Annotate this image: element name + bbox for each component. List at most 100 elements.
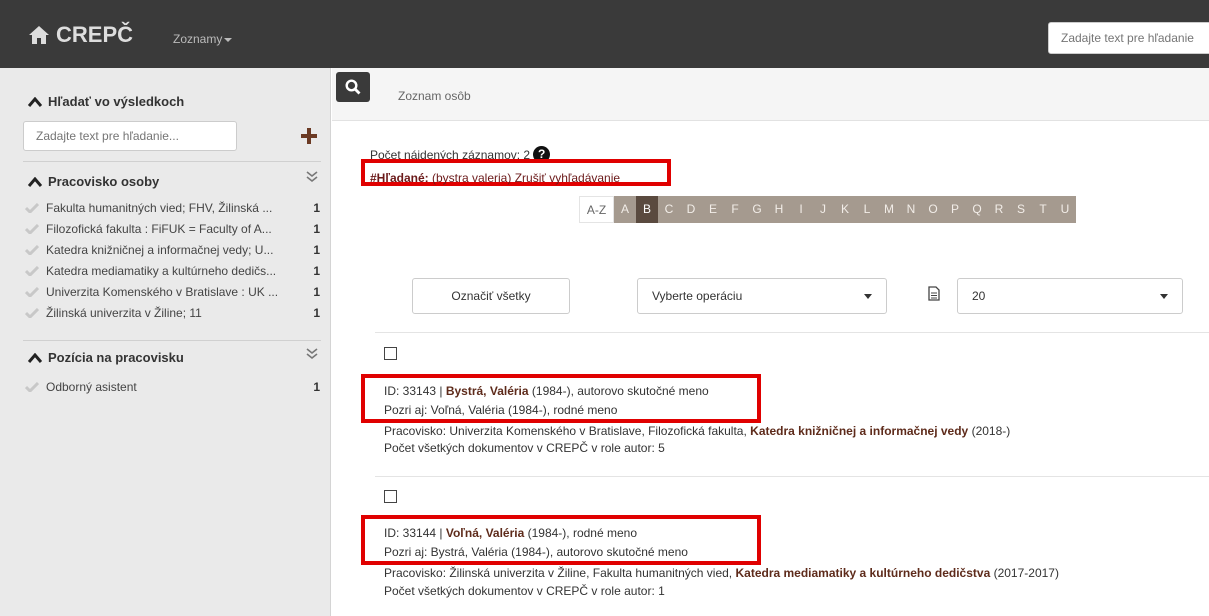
- record-name-link[interactable]: Voľná, Valéria: [446, 526, 524, 540]
- record-workplace-link[interactable]: Katedra mediamatiky a kultúrneho dedičst…: [735, 566, 990, 580]
- record-name-link[interactable]: Bystrá, Valéria: [446, 384, 529, 398]
- add-filter-icon[interactable]: [301, 128, 317, 144]
- check-icon: [25, 203, 39, 213]
- facet-item-label: Odborný asistent: [46, 380, 137, 394]
- letter-i[interactable]: I: [790, 196, 812, 223]
- letter-a[interactable]: A: [614, 196, 636, 223]
- facet-item[interactable]: Katedra knižničnej a informačnej vedy; U…: [25, 241, 320, 259]
- cancel-search-link[interactable]: Zrušiť vyhľadávanie: [515, 171, 620, 185]
- caret-down-icon: [864, 294, 872, 299]
- facet-item-label: Filozofická fakulta : FiFUK = Faculty of…: [46, 222, 272, 236]
- facet-header-workplace[interactable]: Pracovisko osoby: [28, 174, 159, 189]
- facet-item-label: Univerzita Komenského v Bratislave : UK …: [46, 285, 279, 299]
- record-checkbox[interactable]: [384, 347, 397, 360]
- facet-item-count: 1: [313, 285, 320, 299]
- operation-select[interactable]: Vyberte operáciu: [637, 278, 887, 314]
- facet-item-count: 1: [313, 222, 320, 236]
- facet-title-position: Pozícia na pracovisku: [48, 350, 184, 365]
- letter-e[interactable]: E: [702, 196, 724, 223]
- facet-header-position[interactable]: Pozícia na pracovisku: [28, 350, 184, 365]
- search-label: #Hľadané:: [370, 171, 429, 185]
- brand-name: CREPČ: [56, 22, 134, 47]
- top-search-input[interactable]: [1048, 22, 1209, 54]
- navbar: CREPČ Zoznamy: [0, 0, 1209, 68]
- letter-o[interactable]: O: [922, 196, 944, 223]
- brand-logo[interactable]: CREPČ: [28, 22, 133, 48]
- letter-b[interactable]: B: [636, 196, 658, 223]
- check-icon: [25, 224, 39, 234]
- chevron-up-icon: [28, 352, 42, 363]
- letter-d[interactable]: D: [680, 196, 702, 223]
- check-icon: [25, 382, 39, 392]
- facet-item-label: Katedra mediamatiky a kultúrneho dedičs.…: [46, 264, 277, 278]
- record-title: ID: 33144 | Voľná, Valéria (1984-), rodn…: [384, 526, 637, 540]
- lists-menu-label: Zoznamy: [173, 32, 223, 46]
- facet-item[interactable]: Filozofická fakulta : FiFUK = Faculty of…: [25, 220, 320, 238]
- record-workplace-prefix: Pracovisko: Univerzita Komenského v Brat…: [384, 424, 751, 438]
- letter-t[interactable]: T: [1032, 196, 1054, 223]
- letter-s[interactable]: S: [1010, 196, 1032, 223]
- record-doc-count: Počet všetkých dokumentov v CREPČ v role…: [384, 584, 665, 598]
- record-see-also: Pozri aj: Bystrá, Valéria (1984-), autor…: [384, 545, 688, 559]
- lists-menu[interactable]: Zoznamy: [173, 32, 233, 46]
- facet-item[interactable]: Fakulta humanitných vied; FHV, Žilinská …: [25, 199, 320, 217]
- facet-item[interactable]: Univerzita Komenského v Bratislave : UK …: [25, 283, 320, 301]
- check-icon: [25, 308, 39, 318]
- divider: [375, 332, 1209, 333]
- alphabet-filter: A-Z A B C D E F G H I J K L M N O P Q R …: [579, 196, 1076, 223]
- chevron-up-icon: [28, 176, 42, 187]
- letter-g[interactable]: G: [746, 196, 768, 223]
- search-in-results-header[interactable]: Hľadať vo výsledkoch: [28, 94, 184, 109]
- record-doc-count: Počet všetkých dokumentov v CREPČ v role…: [384, 441, 665, 455]
- record-workplace-suffix: (2017-2017): [990, 566, 1059, 580]
- check-icon: [25, 266, 39, 276]
- letter-u[interactable]: U: [1054, 196, 1076, 223]
- facet-item-label: Fakulta humanitných vied; FHV, Žilinská …: [46, 201, 273, 215]
- letter-r[interactable]: R: [988, 196, 1010, 223]
- page-size-select[interactable]: 20: [957, 278, 1183, 314]
- double-chevron-down-icon[interactable]: [306, 348, 318, 360]
- letter-j[interactable]: J: [812, 196, 834, 223]
- letter-m[interactable]: M: [878, 196, 900, 223]
- double-chevron-down-icon[interactable]: [306, 171, 318, 183]
- facet-item-count: 1: [313, 243, 320, 257]
- facet-item[interactable]: Katedra mediamatiky a kultúrneho dedičs.…: [25, 262, 320, 280]
- letter-n[interactable]: N: [900, 196, 922, 223]
- facet-item-count: 1: [313, 264, 320, 278]
- check-icon: [25, 245, 39, 255]
- record-workplace-link[interactable]: Katedra knižničnej a informačnej vedy: [750, 424, 968, 438]
- active-search: #Hľadané: (bystra valeria) Zrušiť vyhľad…: [370, 171, 620, 185]
- check-icon: [25, 287, 39, 297]
- letter-q[interactable]: Q: [966, 196, 988, 223]
- document-icon: [928, 286, 940, 301]
- letter-h[interactable]: H: [768, 196, 790, 223]
- home-icon: [29, 26, 49, 44]
- divider: [375, 476, 1209, 477]
- select-all-button[interactable]: Označiť všetky: [412, 278, 570, 314]
- record-workplace: Pracovisko: Univerzita Komenského v Brat…: [384, 424, 1010, 438]
- search-toggle-button[interactable]: [336, 72, 370, 102]
- letter-c[interactable]: C: [658, 196, 680, 223]
- record-workplace-suffix: (2018-): [968, 424, 1011, 438]
- letter-k[interactable]: K: [834, 196, 856, 223]
- record-name-suffix: (1984-), autorovo skutočné meno: [528, 384, 709, 398]
- record-checkbox[interactable]: [384, 490, 397, 503]
- facet-item[interactable]: Žilinská univerzita v Žiline; 11 1: [25, 304, 320, 322]
- chevron-up-icon: [28, 96, 42, 107]
- sidebar-search-input[interactable]: [23, 121, 237, 151]
- letter-p[interactable]: P: [944, 196, 966, 223]
- facet-item-count: 1: [313, 306, 320, 320]
- facet-title-workplace: Pracovisko osoby: [48, 174, 160, 189]
- facet-item-count: 1: [313, 201, 320, 215]
- letter-all[interactable]: A-Z: [579, 196, 614, 223]
- divider: [23, 340, 321, 341]
- record-id: ID: 33144 |: [384, 526, 446, 540]
- record-see-also: Pozri aj: Voľná, Valéria (1984-), rodné …: [384, 403, 618, 417]
- record-title: ID: 33143 | Bystrá, Valéria (1984-), aut…: [384, 384, 709, 398]
- facet-item[interactable]: Odborný asistent 1: [25, 378, 320, 396]
- record-workplace-prefix: Pracovisko: Žilinská univerzita v Žiline…: [384, 566, 736, 580]
- letter-f[interactable]: F: [724, 196, 746, 223]
- facet-item-label: Katedra knižničnej a informačnej vedy; U…: [46, 243, 274, 257]
- letter-l[interactable]: L: [856, 196, 878, 223]
- record-id: ID: 33143 |: [384, 384, 446, 398]
